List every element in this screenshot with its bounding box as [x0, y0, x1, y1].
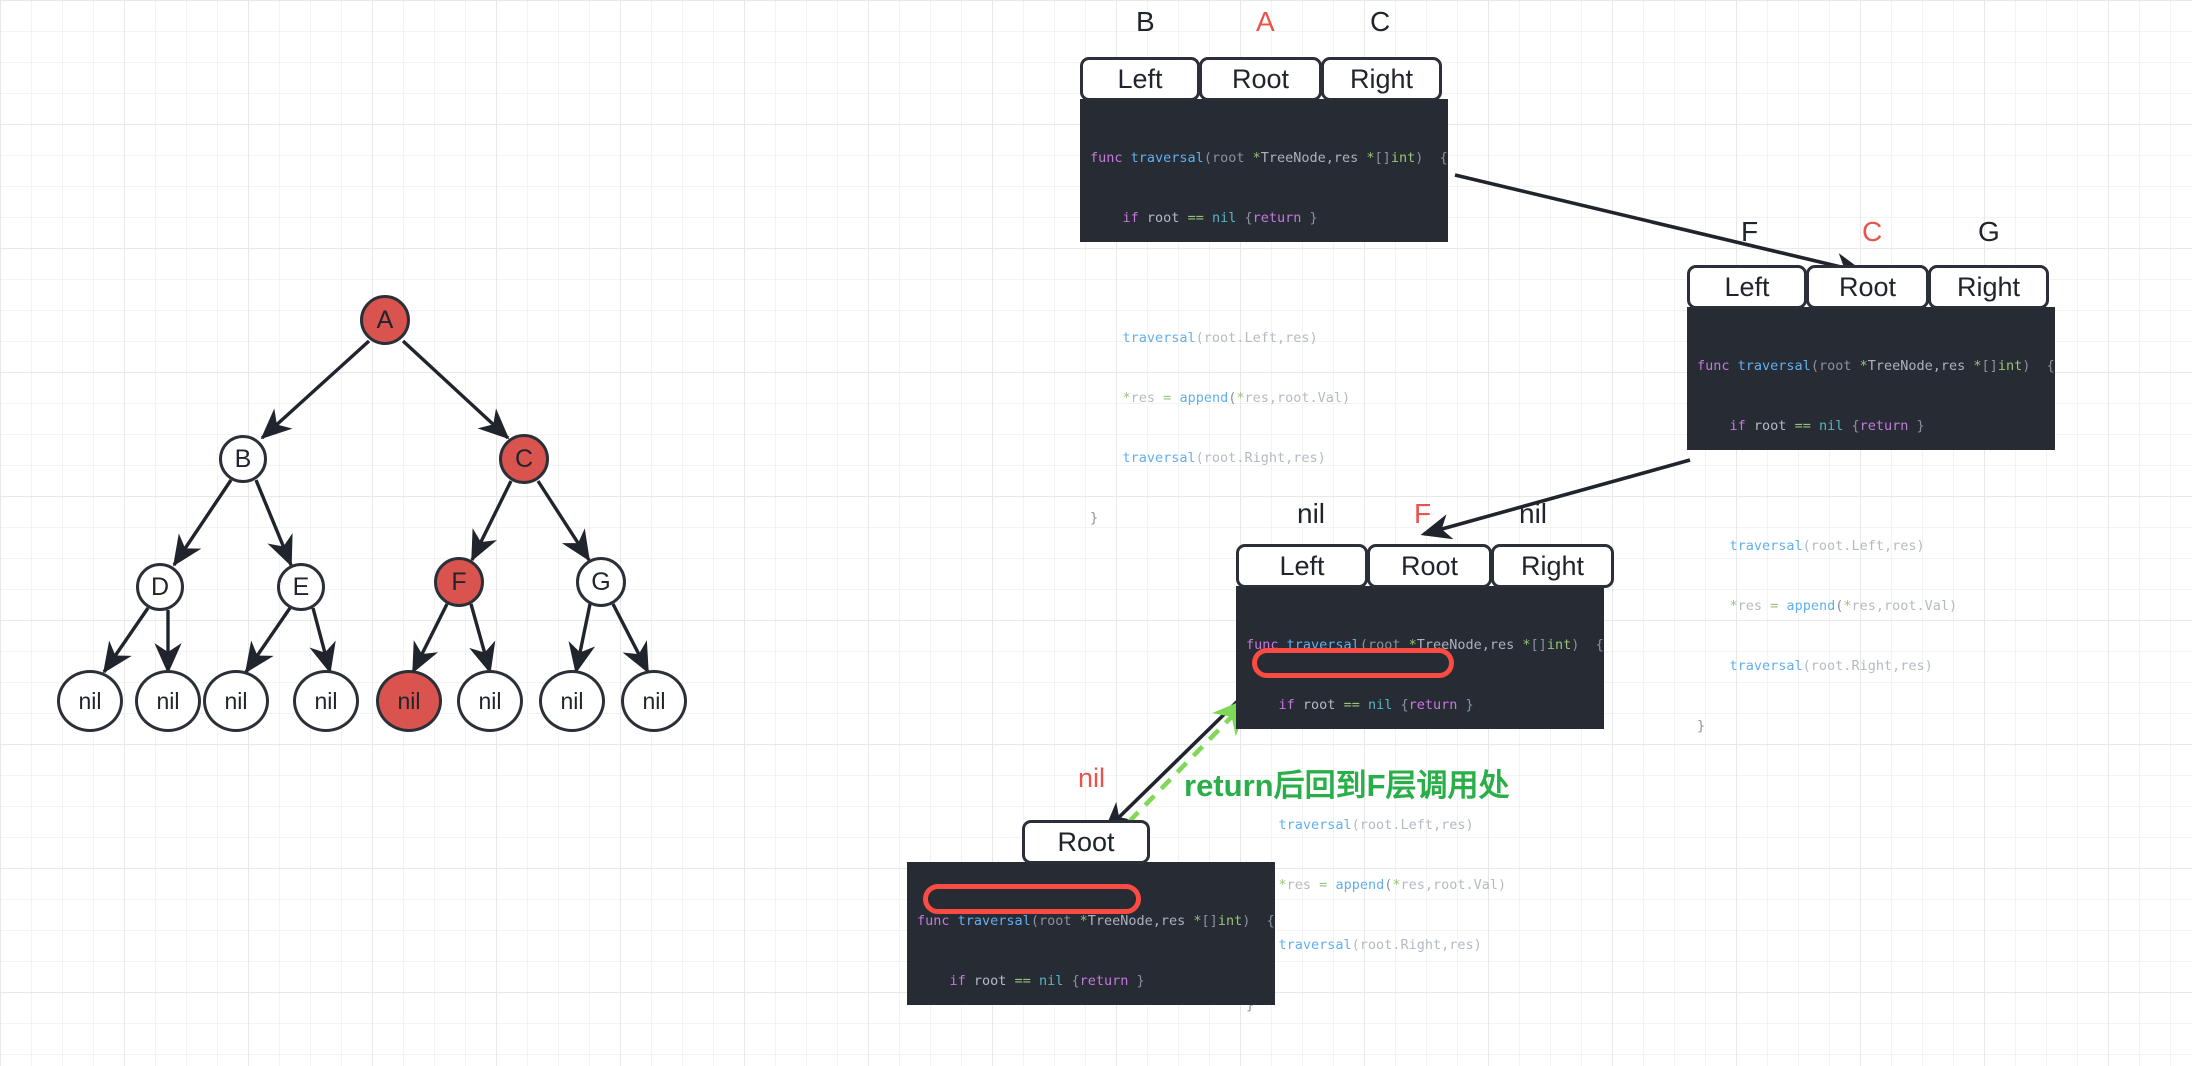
tree-node-nil-1[interactable]: nil: [57, 670, 123, 732]
tree-node-nil-7[interactable]: nil: [539, 670, 605, 732]
return-note-label: return后回到F层调用处: [1184, 768, 1510, 803]
tree-edges: [102, 339, 650, 674]
frame-f-slot-left[interactable]: Left: [1236, 544, 1368, 588]
frame-f-label-left: nil: [1297, 498, 1326, 529]
code-line-2: if root == nil {return }: [1729, 418, 1925, 434]
frame-a-label-root: A: [1256, 6, 1275, 37]
frame-nil-slot-root[interactable]: Root: [1022, 820, 1150, 864]
frame-c-slot-root[interactable]: Root: [1806, 265, 1929, 309]
code-line-5: traversal(root.Right,res): [1278, 937, 1482, 953]
code-line-2: if root == nil {return }: [949, 973, 1145, 989]
code-line-2: if root == nil {return }: [1278, 697, 1474, 713]
code-line-1: func traversal(root *TreeNode,res *[]int…: [1246, 637, 1604, 653]
frame-c-slot-right[interactable]: Right: [1928, 265, 2049, 309]
call-frame-c: Left Root Right func traversal(root *Tre…: [1687, 265, 2055, 734]
code-line-6: }: [1090, 510, 1099, 526]
tree-node-d[interactable]: D: [136, 563, 184, 611]
frame-f-code: func traversal(root *TreeNode,res *[]int…: [1236, 586, 1604, 1013]
frame-f-slot-root[interactable]: Root: [1367, 544, 1492, 588]
tree-node-nil-2[interactable]: nil: [135, 670, 201, 732]
frame-nil-code: func traversal(root *TreeNode,res *[]int…: [907, 862, 1275, 1005]
frame-c-slot-left[interactable]: Left: [1687, 265, 1807, 309]
code-line-6: }: [1697, 718, 1706, 734]
code-line-4: *res = append(*res,root.Val): [1729, 598, 1958, 614]
frame-f-label-right: nil: [1519, 498, 1548, 529]
code-line-2: if root == nil {return }: [1122, 210, 1318, 226]
tree-node-a[interactable]: A: [360, 295, 410, 345]
frame-c-code: func traversal(root *TreeNode,res *[]int…: [1687, 307, 2055, 734]
tree-node-nil-4[interactable]: nil: [293, 670, 359, 732]
code-line-3: traversal(root.Left,res): [1278, 817, 1474, 833]
tree-node-b[interactable]: B: [219, 435, 267, 483]
frame-a-slots: Left Root Right: [1080, 57, 1448, 101]
frame-c-label-right: G: [1978, 216, 2000, 247]
connector-f-to-nil: [1103, 686, 1253, 833]
code-line-3: traversal(root.Left,res): [1122, 330, 1318, 346]
connector-c-to-f: [1420, 458, 1691, 540]
tree-node-nil-3[interactable]: nil: [203, 670, 269, 732]
frame-a-slot-root[interactable]: Root: [1199, 57, 1322, 101]
frame-a-slot-left[interactable]: Left: [1080, 57, 1200, 101]
frame-a-label-left: B: [1136, 6, 1155, 37]
tree-node-nil-8[interactable]: nil: [621, 670, 687, 732]
call-frame-f: Left Root Right func traversal(root *Tre…: [1236, 544, 1614, 1013]
connector-a-to-c: [1454, 173, 1866, 279]
code-line-5: traversal(root.Right,res): [1122, 450, 1326, 466]
tree-node-e[interactable]: E: [277, 563, 325, 611]
code-line-1: func traversal(root *TreeNode,res *[]int…: [1090, 150, 1448, 166]
nil-annotation-label: nil: [1078, 763, 1106, 793]
frame-f-label-root: F: [1414, 498, 1432, 529]
code-line-1: func traversal(root *TreeNode,res *[]int…: [917, 913, 1275, 929]
frame-f-slot-right[interactable]: Right: [1491, 544, 1614, 588]
code-line-6: }: [1246, 997, 1255, 1013]
frame-a-label-right: C: [1370, 6, 1391, 37]
frame-a-code: func traversal(root *TreeNode,res *[]int…: [1080, 99, 1448, 526]
code-line-3: traversal(root.Left,res): [1729, 538, 1925, 554]
tree-node-nil-6[interactable]: nil: [457, 670, 523, 732]
code-line-4: *res = append(*res,root.Val): [1122, 390, 1351, 406]
call-frame-nil: Root func traversal(root *TreeNode,res *…: [907, 820, 1275, 1005]
call-frame-a: Left Root Right func traversal(root *Tre…: [1080, 57, 1448, 526]
code-line-4: *res = append(*res,root.Val): [1278, 877, 1507, 893]
frame-c-slots: Left Root Right: [1687, 265, 2055, 309]
frame-c-label-root: C: [1862, 216, 1883, 247]
diagram-canvas: A B C D E F G nil nil nil nil nil nil ni…: [0, 0, 2192, 1066]
tree-node-g[interactable]: G: [576, 557, 626, 607]
code-line-1: func traversal(root *TreeNode,res *[]int…: [1697, 358, 2055, 374]
tree-node-nil-5[interactable]: nil: [376, 670, 442, 732]
frame-nil-slots: Root: [1022, 820, 1275, 864]
frame-c-label-left: F: [1741, 216, 1759, 247]
code-line-5: traversal(root.Right,res): [1729, 658, 1933, 674]
tree-node-c[interactable]: C: [499, 434, 549, 484]
tree-node-f[interactable]: F: [434, 557, 484, 607]
frame-f-slots: Left Root Right: [1236, 544, 1614, 588]
frame-a-slot-right[interactable]: Right: [1321, 57, 1442, 101]
